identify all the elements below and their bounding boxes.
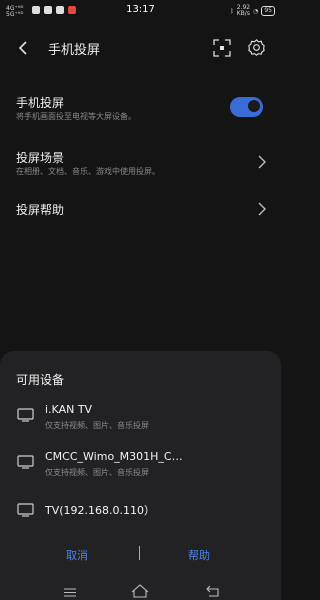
- battery-indicator: 95: [261, 6, 275, 16]
- device-item[interactable]: i.KAN TV 仅支持视频、图片、音乐投屏: [0, 401, 281, 441]
- status-bar: 4G⁺ᴴᴰ 5G⁺ᴴᴰ 13:17 ᛒ 2.92 KB/s ◔ 95: [0, 0, 281, 22]
- tv-icon: [17, 503, 34, 517]
- setting-subtitle: 在相册、文档、音乐、游戏中使用投屏。: [16, 167, 160, 176]
- device-item[interactable]: TV(192.168.0.110）: [0, 497, 281, 523]
- device-capability: 仅支持视频、图片、音乐投屏: [45, 468, 149, 477]
- device-item[interactable]: CMCC_Wimo_M301H_C… 仅支持视频、图片、音乐投屏: [0, 448, 281, 488]
- tv-icon: [17, 408, 34, 422]
- home-nav-icon[interactable]: [130, 584, 150, 598]
- setting-scenes[interactable]: 投屏场景 在相册、文档、音乐、游戏中使用投屏。: [0, 143, 281, 183]
- wifi-icon: ◔: [253, 7, 259, 15]
- top-bar: 手机投屏: [0, 32, 281, 64]
- setting-title: 投屏帮助: [16, 203, 65, 217]
- toggle-knob: [246, 98, 262, 114]
- screen-mirror-toggle[interactable]: [230, 97, 263, 117]
- gear-icon[interactable]: [247, 38, 266, 57]
- device-name: TV(192.168.0.110）: [45, 504, 156, 517]
- page-title: 手机投屏: [48, 43, 101, 58]
- setting-title: 投屏场景: [16, 151, 65, 165]
- tv-icon: [17, 455, 34, 469]
- status-right: ᛒ 2.92 KB/s ◔ 95: [230, 5, 275, 17]
- device-name: CMCC_Wimo_M301H_C…: [45, 450, 183, 463]
- setting-title: 手机投屏: [16, 96, 65, 110]
- device-name: i.KAN TV: [45, 403, 93, 416]
- scan-icon[interactable]: [213, 39, 231, 57]
- button-divider: [139, 546, 140, 560]
- available-devices-dialog: 可用设备 i.KAN TV 仅支持视频、图片、音乐投屏 CMCC_Wimo_M3…: [0, 351, 281, 600]
- chevron-right-icon: [258, 202, 266, 216]
- dialog-title: 可用设备: [16, 373, 65, 387]
- menu-nav-icon[interactable]: [64, 588, 76, 597]
- setting-subtitle: 将手机画面投至电视等大屏设备。: [16, 112, 136, 121]
- back-arrow-icon[interactable]: [14, 38, 34, 58]
- chevron-right-icon: [258, 155, 266, 169]
- back-nav-icon[interactable]: [206, 585, 220, 597]
- net-speed: 2.92 KB/s: [236, 4, 251, 17]
- bluetooth-icon: ᛒ: [230, 7, 234, 15]
- cancel-button[interactable]: 取消: [66, 547, 88, 563]
- help-button[interactable]: 帮助: [188, 547, 210, 563]
- device-capability: 仅支持视频、图片、音乐投屏: [45, 421, 149, 430]
- setting-help[interactable]: 投屏帮助: [0, 195, 281, 223]
